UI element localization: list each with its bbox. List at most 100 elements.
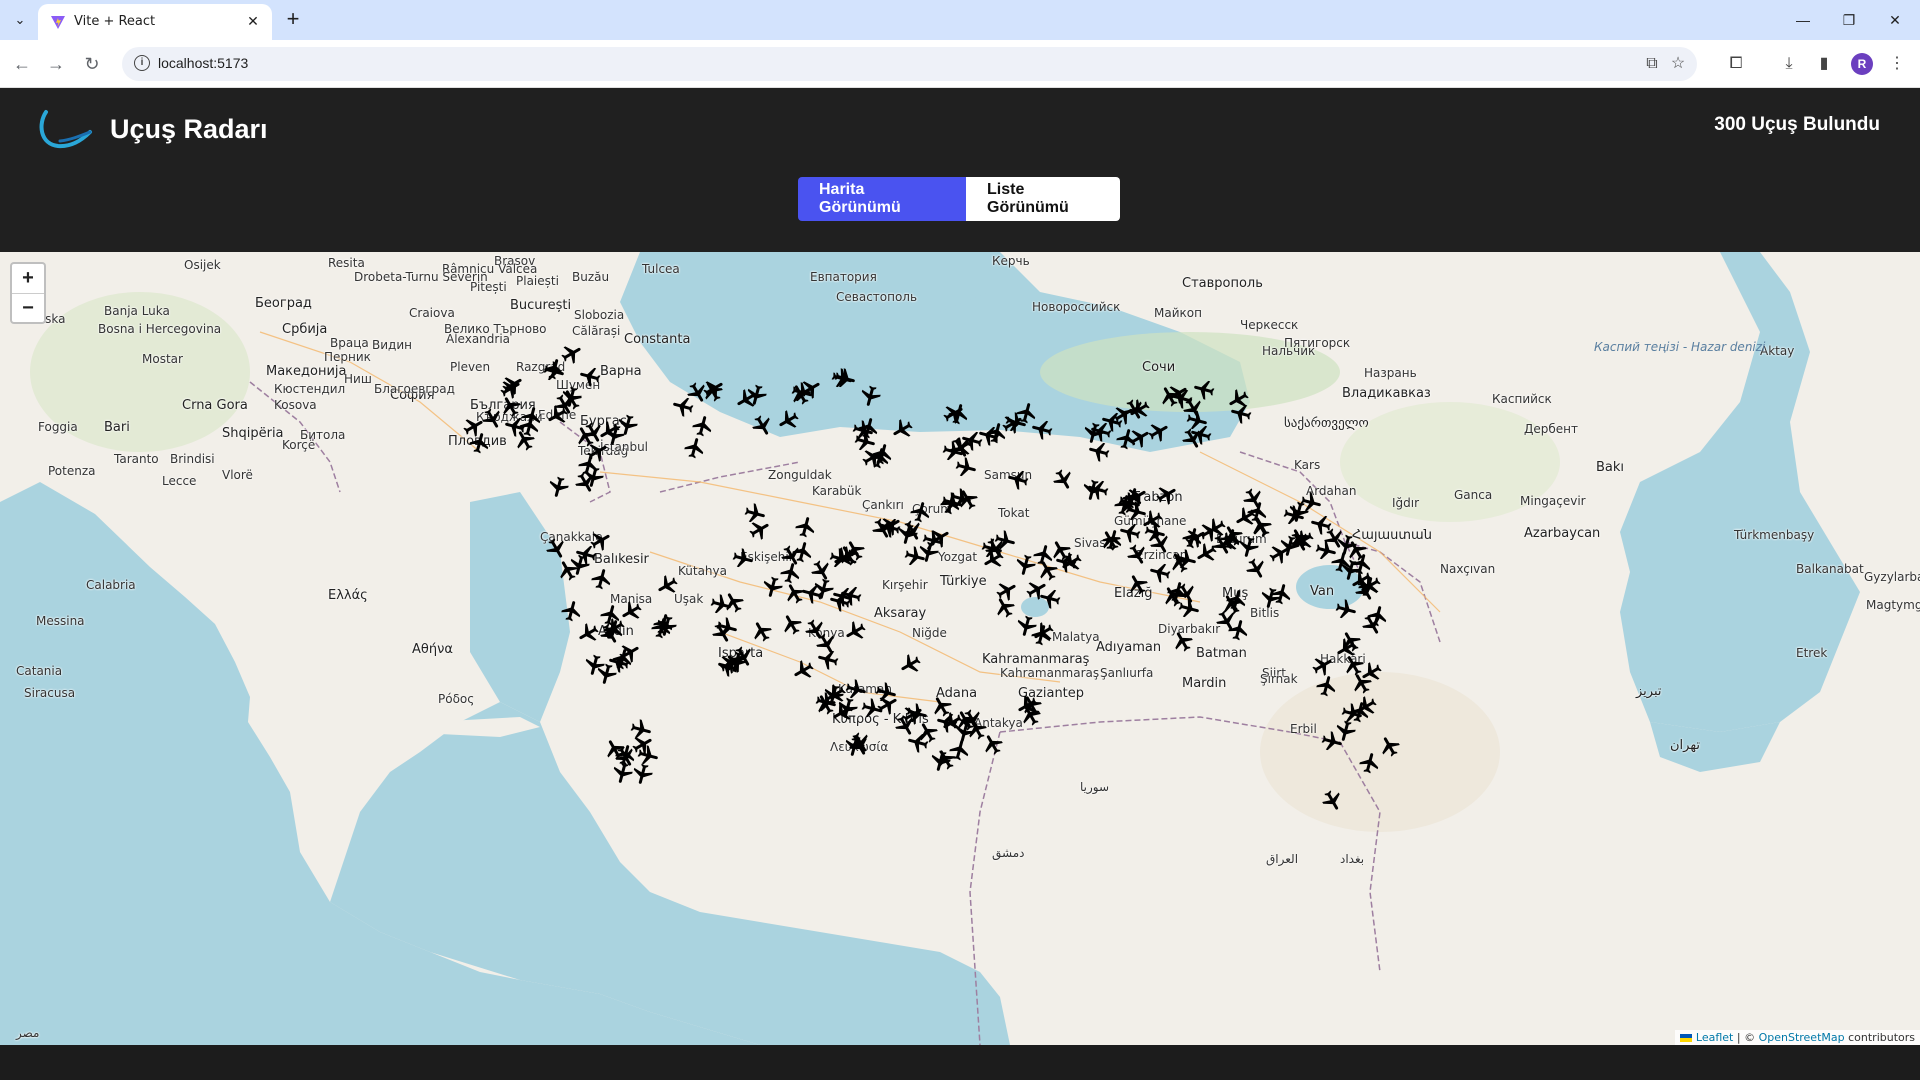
map-label: Ρόδος — [438, 692, 475, 706]
extensions-icon[interactable]: ⧠ — [1725, 53, 1747, 75]
map-label: Foggia — [38, 420, 78, 434]
map-label: Resita — [328, 256, 365, 270]
zoom-in-button[interactable]: + — [12, 264, 44, 294]
info-icon[interactable]: i — [134, 55, 150, 71]
close-icon[interactable]: ✕ — [244, 12, 262, 30]
map-attribution: Leaflet | © OpenStreetMap contributors — [1675, 1030, 1920, 1045]
star-icon[interactable]: ☆ — [1668, 54, 1688, 74]
flight-map[interactable]: Brașov Tulcea Керчь Ставрополь Евпатория… — [0, 252, 1920, 1045]
map-label: Yozgat — [938, 550, 978, 564]
map-label: Севастополь — [836, 290, 918, 304]
restore-icon[interactable]: ❐ — [1826, 6, 1872, 34]
map-label: Siracusa — [24, 686, 76, 700]
map-label: Kütahya — [678, 564, 727, 578]
map-label: Kosova — [274, 398, 317, 412]
menu-icon[interactable]: ⋮ — [1886, 53, 1908, 75]
browser-tab-active[interactable]: Vite + React ✕ — [38, 4, 272, 40]
flight-count: 300 Uçuş Bulundu — [1714, 114, 1880, 135]
attribution-separator: | © — [1733, 1031, 1759, 1044]
sidebar-icon[interactable]: ▮ — [1813, 53, 1835, 75]
plus-icon[interactable]: + — [281, 8, 305, 32]
logo-icon — [39, 110, 92, 149]
browser-toolbar: ← → ↻ i localhost:5173 ⧉ ☆ ⧠ ⤓ ▮ R ⋮ — [0, 40, 1920, 88]
map-label: Каспий теңізі - Hazar denizi — [1594, 340, 1766, 354]
map-label: Banja Luka — [104, 304, 170, 318]
map-label: Mardin — [1182, 676, 1227, 691]
map-label: Brindisi — [170, 452, 215, 466]
map-label: مصر — [16, 1026, 40, 1040]
map-label: Vlorë — [222, 468, 253, 482]
map-label: Србија — [282, 322, 328, 337]
osm-link[interactable]: OpenStreetMap — [1759, 1031, 1845, 1044]
app-title: Uçuş Radarı — [110, 114, 268, 144]
map-label: Перник — [324, 350, 371, 364]
attribution-suffix: contributors — [1844, 1031, 1915, 1044]
map-label: Etrek — [1796, 646, 1828, 660]
reload-icon[interactable]: ↻ — [78, 50, 106, 78]
browser-tabbar: ⌄ Vite + React ✕ + — ❐ ✕ — [0, 0, 1920, 40]
map-label: Видин — [372, 338, 412, 352]
ukraine-flag-icon — [1680, 1034, 1693, 1042]
map-label: Uşak — [674, 592, 704, 606]
zoom-out-button[interactable]: − — [12, 294, 44, 323]
map-label: Kırşehir — [882, 578, 928, 592]
map-label: Ставрополь — [1182, 276, 1263, 291]
view-toggle: Harita Görünümü Liste Görünümü — [798, 177, 1120, 221]
map-view-button[interactable]: Harita Görünümü — [798, 177, 966, 221]
map-label: العراق — [1266, 852, 1299, 866]
map-label: Drobeta-Turnu Severin — [354, 270, 488, 284]
list-view-button[interactable]: Liste Görünümü — [966, 177, 1120, 221]
map-label: Constanta — [624, 332, 691, 347]
map-label: Назрань — [1364, 366, 1417, 380]
minimize-icon[interactable]: — — [1780, 6, 1826, 34]
translate-icon[interactable]: ⧉ — [1642, 54, 1662, 74]
back-icon[interactable]: ← — [8, 50, 36, 78]
map-label: دمشق — [992, 846, 1025, 860]
tab-search-chevron-down-icon[interactable]: ⌄ — [8, 8, 32, 32]
map-label: Евпатория — [810, 270, 877, 284]
forward-icon[interactable]: → — [42, 50, 70, 78]
map-label: Türkmenbaşy — [1734, 528, 1815, 542]
url-text: localhost:5173 — [158, 55, 249, 71]
map-label: Batman — [1196, 646, 1247, 661]
map-label: Новороссийск — [1032, 300, 1121, 314]
map-label: Şanlıurfa — [1100, 666, 1154, 680]
map-label: Bakı — [1596, 460, 1625, 475]
map-label: Ελλάς — [328, 588, 368, 603]
map-label: Gyzylarbat — [1864, 570, 1920, 584]
profile-avatar[interactable]: R — [1851, 53, 1873, 75]
map-label: Plaiești — [516, 274, 559, 288]
tab-title: Vite + React — [74, 14, 156, 29]
map-label: Balkanabat — [1796, 562, 1864, 576]
map-label: بغداد — [1340, 852, 1365, 866]
map-label: București — [510, 298, 572, 313]
app-header: Uçuş Radarı 300 Uçuş Bulundu Harita Görü… — [0, 88, 1920, 252]
vite-favicon — [51, 16, 65, 29]
map-label: Buzău — [572, 270, 610, 284]
map-label: Messina — [36, 614, 85, 628]
map-label: Adıyaman — [1096, 640, 1162, 655]
map-label: Македонија — [266, 364, 347, 379]
map-label: Каспийск — [1492, 392, 1552, 406]
map-label: Благоевград — [374, 382, 455, 396]
map-label: Zonguldak — [768, 468, 832, 482]
map-label: Van — [1310, 584, 1335, 599]
map-label: Crna Gora — [182, 398, 248, 413]
leaflet-link[interactable]: Leaflet — [1696, 1031, 1733, 1044]
map-label: Malatya — [1052, 630, 1100, 644]
map-label: Αθήνα — [412, 642, 453, 657]
map-label: Niğde — [912, 626, 947, 640]
map-label: Београд — [255, 296, 312, 311]
map-label: Naxçıvan — [1440, 562, 1496, 576]
map-label: Aksaray — [874, 606, 927, 621]
window-close-icon[interactable]: ✕ — [1872, 6, 1918, 34]
map-label: Pleven — [450, 360, 491, 374]
map-label: Shqipëria — [222, 426, 284, 441]
address-bar[interactable]: i localhost:5173 ⧉ ☆ — [122, 47, 1697, 81]
map-label: Кюстендил — [274, 382, 346, 396]
map-label: Lecce — [162, 474, 197, 488]
map-label: Taranto — [114, 452, 159, 466]
map-label: Владикавказ — [1342, 386, 1431, 401]
map-label: Черкесск — [1240, 318, 1299, 332]
download-icon[interactable]: ⤓ — [1778, 53, 1800, 75]
